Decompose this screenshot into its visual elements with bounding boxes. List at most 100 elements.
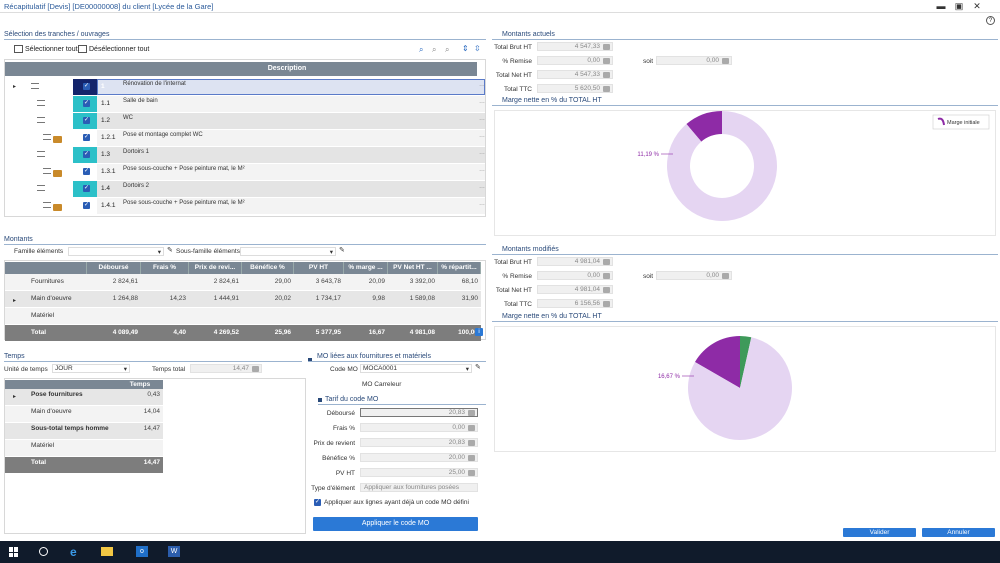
temps-row-label: Matériel (31, 442, 55, 449)
tranche-checkbox[interactable]: ✓ (83, 83, 90, 90)
mo-field-value[interactable]: 20,83 (360, 438, 478, 447)
temps-cell: 14,04 (143, 408, 160, 415)
tranche-desc: Pose sous-couche + Pose peinture mat, le… (123, 166, 245, 172)
montants-row[interactable] (5, 308, 481, 324)
pie-slice[interactable] (667, 111, 777, 221)
montants-col-header[interactable]: Déboursé (87, 262, 141, 274)
help-icon[interactable]: ? (986, 16, 995, 25)
montants-cell: 4,40 (173, 329, 186, 336)
ouvrage-icon (53, 170, 62, 177)
tranche-row[interactable] (97, 181, 485, 197)
sousfamille-select[interactable]: ▾ (240, 247, 336, 256)
tranche-checkbox[interactable]: ✓ (83, 151, 90, 158)
tranche-checkbox[interactable]: ✓ (83, 168, 90, 175)
tranche-desc: Pose et montage complet WC (123, 132, 203, 138)
amount-label: Total Brut HT (494, 259, 532, 266)
montants-cell: 1 589,08 (409, 295, 435, 302)
temps-cell: 0,43 (147, 391, 160, 398)
edit-icon[interactable]: ✎ (167, 246, 173, 254)
chart-actuels: 11,19 % Marge initiale (494, 110, 996, 236)
montants-col-header[interactable]: % répartit... (438, 262, 481, 274)
mo-field-value[interactable]: 0,00 (360, 423, 478, 432)
edge-icon[interactable]: e (70, 545, 77, 559)
tree-node-icon (37, 117, 45, 123)
type-label: Type d'élément (311, 485, 355, 492)
tranche-checkbox[interactable]: ✓ (83, 117, 90, 124)
temps-row[interactable] (5, 440, 163, 456)
mo-field-value[interactable]: 20,00 (360, 453, 478, 462)
search-icon[interactable]: ⌕ (419, 45, 423, 55)
tranche-row[interactable] (97, 147, 485, 163)
montants-row-label: Matériel (31, 312, 55, 319)
montants-cell: 20,09 (368, 278, 385, 285)
temps-cell: 14,47 (143, 425, 160, 432)
apply-mo-button[interactable]: Appliquer le code MO (313, 517, 478, 531)
code-mo-select[interactable]: MOCA0001 ▾ (360, 364, 472, 373)
slice-label: 11,19 % (637, 152, 659, 158)
famille-select[interactable]: ▾ (68, 247, 164, 256)
zoom-out-icon[interactable]: ⌕ (445, 45, 449, 55)
temps-row-label: Total (31, 459, 47, 466)
maximize-icon[interactable]: ▣ (952, 1, 966, 12)
validate-button[interactable]: Valider (843, 528, 916, 537)
unite-select[interactable]: JOUR ▾ (52, 364, 130, 373)
tree-node-icon (37, 151, 45, 157)
outlook-icon[interactable]: o (136, 546, 148, 557)
minimize-icon[interactable]: ▬ (934, 1, 948, 11)
file-explorer-icon[interactable] (101, 547, 113, 556)
montants-cell: 1 264,88 (112, 295, 138, 302)
ouvrage-icon (53, 204, 62, 211)
search-icon[interactable] (39, 547, 48, 556)
tree-node-icon (43, 202, 51, 208)
tree-node-icon (37, 100, 45, 106)
montants-title: Montants (4, 236, 33, 243)
word-icon[interactable]: W (168, 546, 180, 557)
apply-existing-label: Appliquer aux lignes ayant déjà un code … (324, 499, 469, 506)
temps-col-header: Temps (117, 380, 163, 389)
tranche-checkbox[interactable]: ✓ (83, 100, 90, 107)
tranche-code: 1.3 (101, 151, 111, 158)
row-menu-icon[interactable]: … (479, 167, 485, 173)
close-icon[interactable]: ✕ (970, 1, 984, 12)
mo-field-value[interactable]: 20,83 (360, 408, 478, 417)
zoom-in-icon[interactable]: ⌕ (432, 45, 436, 55)
cancel-button[interactable]: Annuler (922, 528, 995, 537)
soit-label: soit (643, 58, 654, 65)
row-menu-icon[interactable]: … (479, 184, 485, 190)
tree-node-icon (43, 168, 51, 174)
mo-field-value[interactable]: 25,00 (360, 468, 478, 477)
row-menu-icon[interactable]: … (479, 133, 485, 139)
montants-col-header[interactable]: Prix de revi... (189, 262, 242, 274)
tranche-checkbox[interactable]: ✓ (83, 185, 90, 192)
tree-node-icon (37, 185, 45, 191)
windows-start-icon[interactable] (9, 547, 19, 557)
montants-col-header[interactable]: PV HT (294, 262, 344, 274)
montants-cell: 1 734,17 (315, 295, 341, 302)
tranche-row[interactable] (97, 113, 485, 129)
edit-icon[interactable]: ✎ (475, 363, 481, 371)
amount-label: Total Net HT (495, 287, 532, 294)
row-menu-icon[interactable]: … (479, 116, 485, 122)
edit-icon[interactable]: ✎ (339, 246, 345, 254)
expand-icon[interactable]: ⇕ (462, 44, 469, 53)
row-menu-icon[interactable]: … (479, 150, 485, 156)
apply-existing-checkbox[interactable]: ✓ (314, 499, 321, 506)
montants-col-header[interactable]: Frais % (141, 262, 189, 274)
montants-col-header[interactable]: Bénéfice % (242, 262, 294, 274)
deselect-all-button[interactable]: Désélectionner tout (89, 46, 149, 53)
montants-col-header[interactable]: PV Net HT ... (388, 262, 438, 274)
montants-col-header[interactable]: % marge ... (344, 262, 388, 274)
row-menu-icon[interactable]: … (479, 99, 485, 105)
amount-field: 4 981,04 (537, 257, 613, 266)
type-field[interactable]: Appliquer aux fournitures posées (360, 483, 478, 492)
row-menu-icon[interactable]: … (479, 201, 485, 207)
montants-cell: 4 981,08 (409, 329, 435, 336)
info-icon[interactable]: i (475, 328, 483, 336)
window-title: Récapitulatif [Devis] [DE00000008] du cl… (4, 2, 214, 11)
code-mo-label: Code MO (330, 366, 358, 373)
collapse-icon[interactable]: ⇳ (474, 44, 481, 53)
tranche-checkbox[interactable]: ✓ (83, 202, 90, 209)
tranche-checkbox[interactable]: ✓ (83, 134, 90, 141)
amount-field: 6 156,56 (537, 299, 613, 308)
select-all-button[interactable]: Sélectionner tout (25, 46, 78, 53)
